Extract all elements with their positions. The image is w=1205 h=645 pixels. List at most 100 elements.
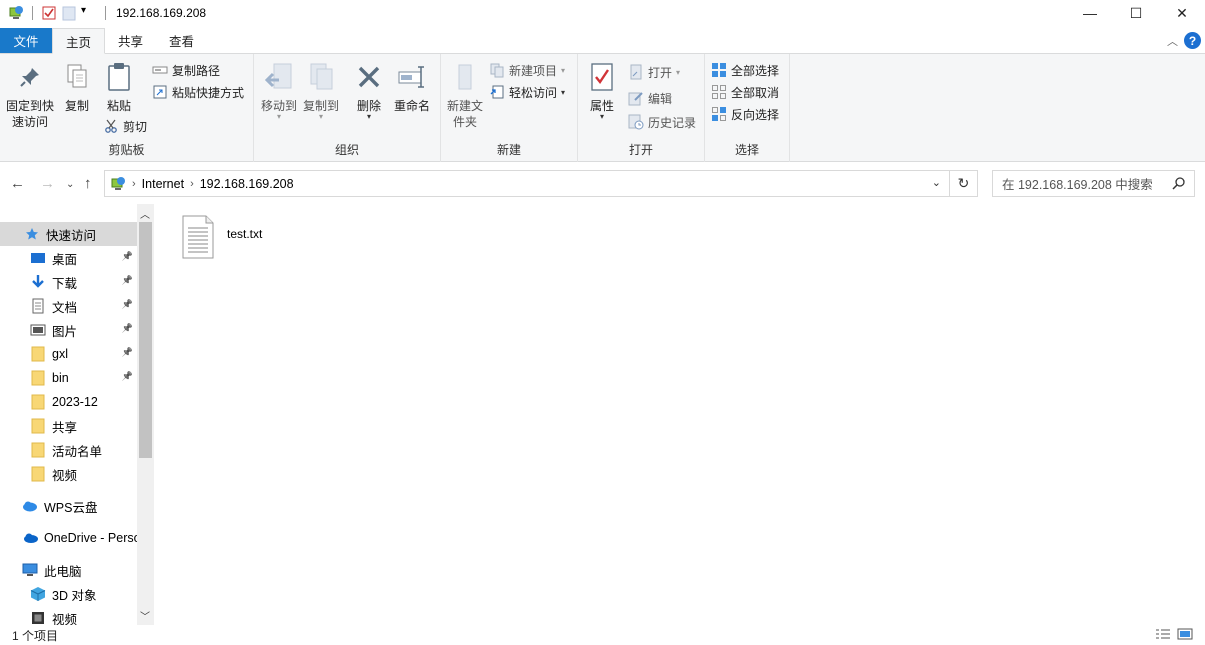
- minimize-button[interactable]: —: [1067, 0, 1113, 26]
- new-item-button[interactable]: 新建项目 ▾: [489, 60, 565, 80]
- group-clipboard: 固定到快速访问 复制 粘贴 复制路径 粘贴快捷方式 剪切 剪贴板: [0, 54, 254, 162]
- history-label: 历史记录: [648, 115, 697, 130]
- nav-3d-objects[interactable]: 3D 对象: [0, 582, 137, 606]
- new-folder-button[interactable]: 新建文件夹: [445, 60, 485, 130]
- history-icon: [628, 114, 644, 130]
- nav-item[interactable]: 图片 📌: [0, 318, 137, 342]
- edit-icon: [628, 90, 644, 106]
- status-bar: 1 个项目: [0, 625, 1205, 645]
- cut-label: 剪切: [123, 119, 148, 134]
- file-item[interactable]: test.txt: [181, 214, 301, 264]
- copy-to-button[interactable]: 复制到 ▾: [302, 60, 340, 121]
- nav-item[interactable]: 2023-12: [0, 390, 137, 414]
- refresh-button[interactable]: ↻: [950, 170, 978, 197]
- tab-view[interactable]: 查看: [156, 28, 207, 53]
- organize-group-label: 组织: [334, 143, 359, 157]
- up-arrow-icon[interactable]: ↑: [84, 175, 92, 192]
- invert-selection-icon: [711, 106, 727, 122]
- address-bar[interactable]: › Internet › 192.168.169.208 ⌄: [104, 170, 950, 197]
- select-none-button[interactable]: 全部取消: [711, 82, 779, 102]
- nav-item-label: 下载: [52, 276, 78, 291]
- tab-share[interactable]: 共享: [105, 28, 156, 53]
- properties-check-icon[interactable]: [41, 5, 57, 21]
- breadcrumb-internet[interactable]: Internet: [142, 177, 184, 191]
- nav-this-pc[interactable]: 此电脑: [0, 558, 137, 582]
- nav-pane-scrollbar[interactable]: ︿ ﹀: [137, 204, 154, 625]
- qat-separator: [32, 6, 33, 20]
- breadcrumb-separator-icon[interactable]: ›: [190, 178, 194, 190]
- close-button[interactable]: ✕: [1159, 0, 1205, 26]
- open-button[interactable]: 打开 ▾: [628, 62, 680, 82]
- nav-item[interactable]: bin 📌: [0, 366, 137, 390]
- edit-button[interactable]: 编辑: [628, 88, 672, 108]
- copy-path-button[interactable]: 复制路径: [152, 60, 220, 80]
- recent-locations-chevron-icon[interactable]: ⌄: [66, 179, 74, 190]
- nav-item[interactable]: 下载 📌: [0, 270, 137, 294]
- forward-arrow-icon[interactable]: →: [40, 175, 55, 192]
- scrollbar-thumb[interactable]: [139, 222, 152, 458]
- easy-access-label: 轻松访问: [509, 85, 558, 100]
- tab-home[interactable]: 主页: [52, 28, 106, 54]
- delete-dropdown-icon: ▾: [366, 112, 371, 121]
- back-arrow-icon[interactable]: ←: [10, 175, 25, 192]
- open-dropdown-icon: ▾: [676, 67, 681, 77]
- cut-button[interactable]: 剪切: [103, 116, 147, 136]
- scroll-up-arrow-icon[interactable]: ︿: [140, 206, 150, 221]
- copy-icon: [61, 60, 93, 94]
- nav-item[interactable]: gxl 📌: [0, 342, 137, 366]
- scroll-down-arrow-icon[interactable]: ﹀: [140, 608, 150, 623]
- history-button[interactable]: 历史记录: [628, 112, 696, 132]
- nav-item[interactable]: 文档 📌: [0, 294, 137, 318]
- search-placeholder: 在 192.168.169.208 中搜索: [1002, 178, 1153, 192]
- nav-quick-access[interactable]: 快速访问: [0, 222, 137, 246]
- rename-button[interactable]: 重命名: [392, 60, 432, 114]
- search-icon[interactable]: [1172, 176, 1186, 193]
- easy-access-icon: [489, 84, 505, 100]
- nav-wps-cloud[interactable]: WPS云盘: [0, 494, 137, 518]
- invert-selection-button[interactable]: 反向选择: [711, 104, 779, 124]
- text-file-icon: [181, 214, 215, 263]
- pin-icon: [14, 60, 46, 94]
- select-all-button[interactable]: 全部选择: [711, 60, 779, 80]
- nav-item[interactable]: 共享: [0, 414, 137, 438]
- customize-qat-dropdown-icon[interactable]: ▾: [81, 5, 97, 21]
- collapse-ribbon-icon[interactable]: ︿: [1167, 33, 1178, 49]
- new-folder-qat-icon[interactable]: [61, 5, 77, 21]
- nav-videos[interactable]: 视频: [0, 606, 137, 625]
- paste-label: 粘贴: [106, 99, 131, 113]
- move-to-dropdown-icon: ▾: [276, 112, 281, 121]
- open-group-label: 打开: [628, 143, 653, 157]
- pinned-icon: 📌: [121, 347, 133, 357]
- nav-item[interactable]: 活动名单: [0, 438, 137, 462]
- paste-button[interactable]: 粘贴: [102, 60, 136, 114]
- search-box[interactable]: 在 192.168.169.208 中搜索: [992, 170, 1195, 197]
- properties-button[interactable]: 属性 ▾: [584, 60, 620, 121]
- nav-item-label: 共享: [52, 420, 78, 435]
- copy-button[interactable]: 复制: [62, 60, 92, 114]
- help-icon[interactable]: ?: [1184, 32, 1201, 49]
- nav-item[interactable]: 桌面 📌: [0, 246, 137, 270]
- select-none-label: 全部取消: [731, 85, 780, 100]
- details-view-icon[interactable]: [1155, 628, 1171, 643]
- nav-item[interactable]: 视频: [0, 462, 137, 486]
- breadcrumb-host[interactable]: 192.168.169.208: [200, 177, 294, 191]
- nav-item-label: gxl: [52, 347, 68, 361]
- maximize-button[interactable]: ☐: [1113, 0, 1159, 26]
- folder-icon: [30, 346, 46, 362]
- pin-quick-access-button[interactable]: 固定到快速访问: [4, 60, 56, 130]
- window-controls: — ☐ ✕: [1067, 0, 1205, 26]
- nav-onedrive[interactable]: OneDrive - Perso: [0, 526, 137, 550]
- copy-path-label: 复制路径: [172, 63, 221, 78]
- large-icons-view-icon[interactable]: [1177, 628, 1193, 643]
- tab-file[interactable]: 文件: [0, 28, 52, 53]
- paste-shortcut-button[interactable]: 粘贴快捷方式: [152, 82, 244, 102]
- breadcrumb-separator-icon[interactable]: ›: [132, 178, 136, 190]
- computer-icon: [22, 562, 38, 578]
- delete-button[interactable]: 删除 ▾: [352, 60, 386, 121]
- move-to-button[interactable]: 移动到 ▾: [260, 60, 298, 121]
- nav-item-label: bin: [52, 371, 69, 385]
- new-item-label: 新建项目: [509, 63, 558, 78]
- easy-access-button[interactable]: 轻松访问 ▾: [489, 82, 565, 102]
- address-dropdown-chevron-icon[interactable]: ⌄: [932, 176, 941, 189]
- film-icon: [30, 610, 46, 625]
